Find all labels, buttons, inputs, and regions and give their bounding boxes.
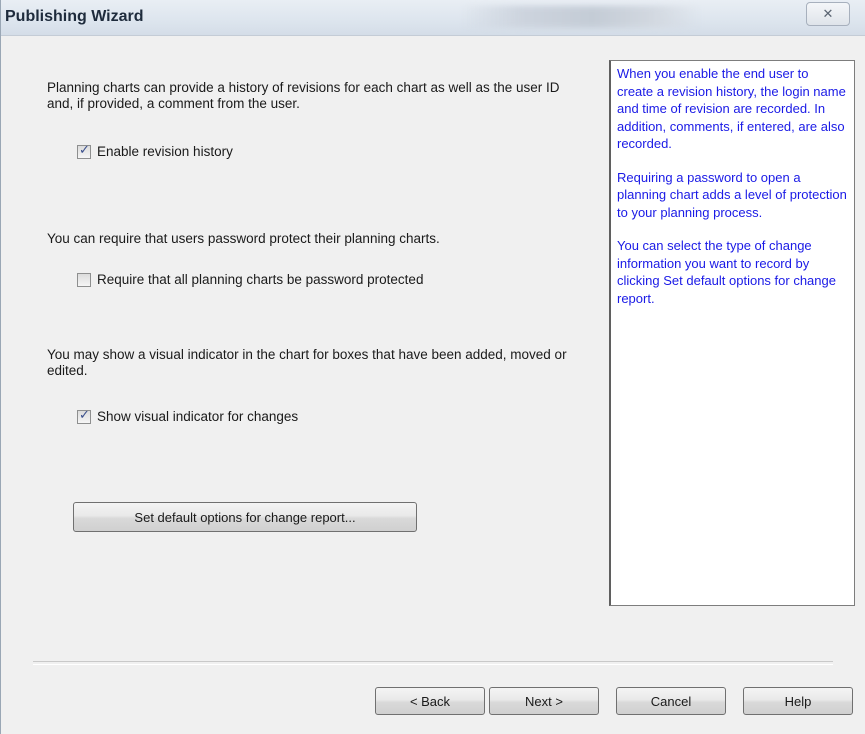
help-paragraph-revision: When you enable the end user to create a… xyxy=(617,66,846,151)
enable-revision-history-label: Enable revision history xyxy=(97,144,233,159)
show-visual-indicator-label: Show visual indicator for changes xyxy=(97,409,299,424)
require-password-label: Require that all planning charts be pass… xyxy=(97,272,424,287)
password-description: You can require that users password prot… xyxy=(47,231,440,246)
enable-revision-history-row[interactable]: Enable revision history xyxy=(77,143,233,159)
title-bar-blur xyxy=(461,6,701,28)
help-button[interactable]: Help xyxy=(743,687,853,715)
indicator-description: You may show a visual indicator in the c… xyxy=(47,347,567,378)
enable-revision-history-checkbox[interactable] xyxy=(77,143,91,159)
require-password-checkbox[interactable] xyxy=(77,272,91,287)
help-paragraph-password: Requiring a password to open a planning … xyxy=(617,169,847,220)
publishing-wizard-window: Publishing Wizard ✕ Planning charts can … xyxy=(0,0,865,734)
revision-description: Planning charts can provide a history of… xyxy=(47,80,560,111)
window-title: Publishing Wizard xyxy=(5,8,144,25)
wizard-content: Planning charts can provide a history of… xyxy=(1,36,865,734)
show-visual-indicator-checkbox[interactable] xyxy=(77,408,91,424)
back-button[interactable]: < Back xyxy=(375,687,485,715)
close-button[interactable]: ✕ xyxy=(806,2,850,26)
require-password-row[interactable]: Require that all planning charts be pass… xyxy=(77,272,423,287)
title-bar: Publishing Wizard ✕ xyxy=(1,0,865,36)
next-button[interactable]: Next > xyxy=(489,687,599,715)
help-paragraph-change-info: You can select the type of change inform… xyxy=(617,238,836,306)
footer-separator xyxy=(33,661,833,665)
help-panel: When you enable the end user to create a… xyxy=(609,60,855,606)
set-default-options-button[interactable]: Set default options for change report... xyxy=(73,502,417,532)
cancel-button[interactable]: Cancel xyxy=(616,687,726,715)
show-visual-indicator-row[interactable]: Show visual indicator for changes xyxy=(77,408,299,424)
close-icon: ✕ xyxy=(822,6,834,21)
